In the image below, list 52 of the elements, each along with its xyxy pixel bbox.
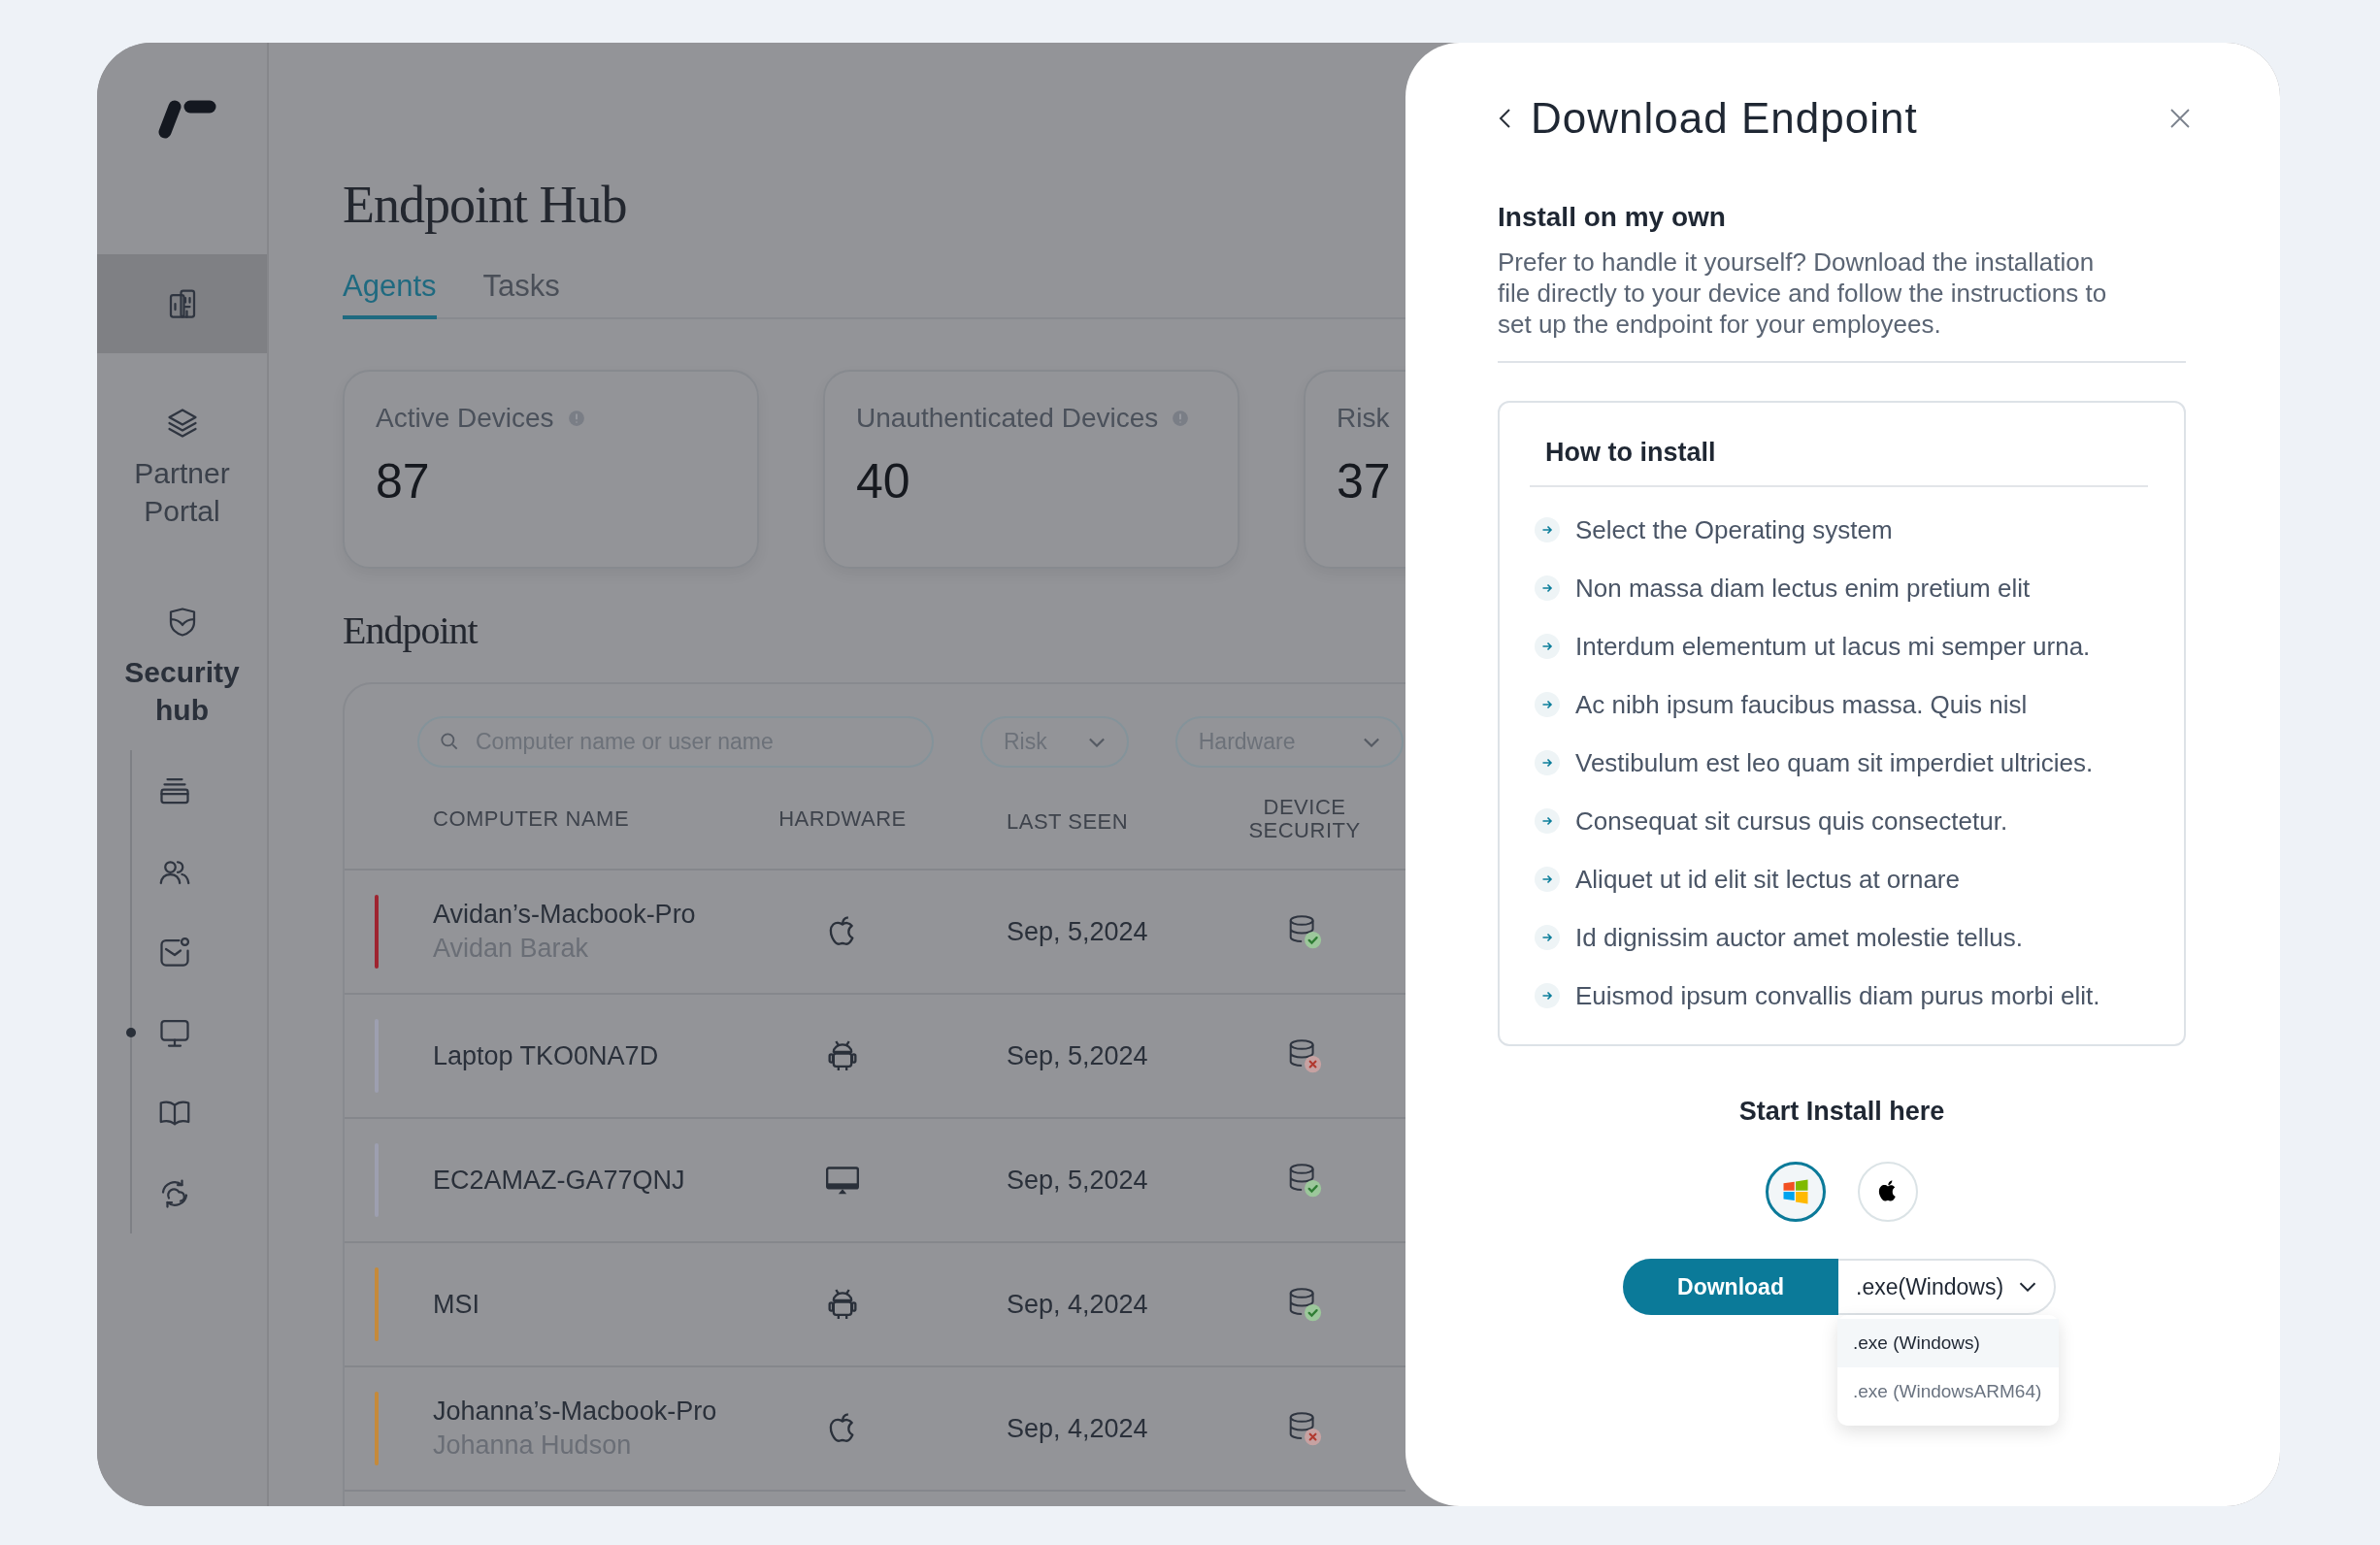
step-text: Aliquet ut id elit sit lectus at ornare <box>1575 864 1960 895</box>
install-heading: Start Install here <box>1737 1097 1946 1127</box>
column-header: COMPUTER NAME <box>433 806 631 832</box>
stat-value: 37 <box>1337 453 1392 510</box>
tab[interactable]: Tasks <box>482 265 560 319</box>
computer-name: Laptop TKO0NA7D <box>433 1040 660 1071</box>
info-icon <box>1172 410 1190 427</box>
computer-name: Johanna’s-Macbook-Pro <box>433 1397 718 1427</box>
computer-name: Avidan’s-Macbook-Pro <box>433 900 697 930</box>
sidebar-item[interactable]: Security hub <box>118 605 246 729</box>
windows-logo-icon <box>1781 1177 1810 1206</box>
last-seen: Sep, 5,2024 <box>1006 1165 1149 1196</box>
format-dropdown[interactable]: .exe(Windows) <box>1838 1261 2054 1313</box>
section-title: Install on my own <box>1498 201 1727 234</box>
column-header: DEVICE SECURITY <box>1247 796 1362 842</box>
computer-name: MSI <box>433 1289 480 1320</box>
computer-name: EC2AMAZ-GA77QNJ <box>433 1165 686 1196</box>
card-title: How to install <box>1530 438 2148 487</box>
stat-value: 87 <box>376 453 431 510</box>
description: Prefer to handle it yourself? Download the installation file directly to your device and follow the instructions to set up the endpoint for your employees. <box>1498 247 2108 340</box>
stat-value: 40 <box>856 453 911 510</box>
step-text: Vestibulum est leo quam sit imperdiet ultricies. <box>1575 747 2094 778</box>
last-seen: Sep, 5,2024 <box>1006 1040 1149 1071</box>
info-icon <box>567 410 585 427</box>
step-text: Consequat sit cursus quis consectetur. <box>1575 805 2008 837</box>
step-text: Select the Operating system <box>1575 514 1893 545</box>
chevron-down-icon <box>1087 737 1106 747</box>
last-seen: Sep, 4,2024 <box>1006 1289 1149 1320</box>
stat-label: Unauthenticated Devices <box>856 403 1159 434</box>
step-text: Euismod ipsum convallis diam purus morbi elit. <box>1575 980 2100 1011</box>
page-title: Endpoint Hub <box>343 175 628 236</box>
step-text: Ac nibh ipsum faucibus massa. Quis nisl <box>1575 689 2028 720</box>
last-seen: Sep, 4,2024 <box>1006 1413 1149 1444</box>
last-seen: Sep, 5,2024 <box>1006 916 1149 947</box>
menu-item[interactable]: .exe (Windows) <box>1837 1319 2059 1367</box>
chevron-down-icon <box>2019 1282 2037 1292</box>
menu-item[interactable]: .exe (WindowsARM64) <box>1837 1367 2059 1416</box>
column-header: LAST SEEN <box>1006 808 1130 835</box>
drawer-title: Download Endpoint <box>1531 94 1919 143</box>
step-text: Id dignissim auctor amet molestie tellus. <box>1575 922 2023 953</box>
step-text: Non massa diam lectus enim pretium elit <box>1575 573 2031 604</box>
download-button[interactable]: Download <box>1623 1259 1838 1315</box>
step-text: Interdum elementum ut lacus mi semper urna. <box>1575 631 2091 662</box>
search-icon <box>439 731 460 752</box>
sidebar-item[interactable]: Partner Portal <box>118 406 246 530</box>
chevron-down-icon <box>1363 737 1381 747</box>
section-title: Endpoint <box>343 608 479 653</box>
column-header: HARDWARE <box>777 806 908 832</box>
stat-label: Risk <box>1337 403 1390 434</box>
stat-label: Active Devices <box>376 403 554 434</box>
close-button[interactable] <box>2168 107 2192 130</box>
close-icon <box>2168 107 2192 130</box>
